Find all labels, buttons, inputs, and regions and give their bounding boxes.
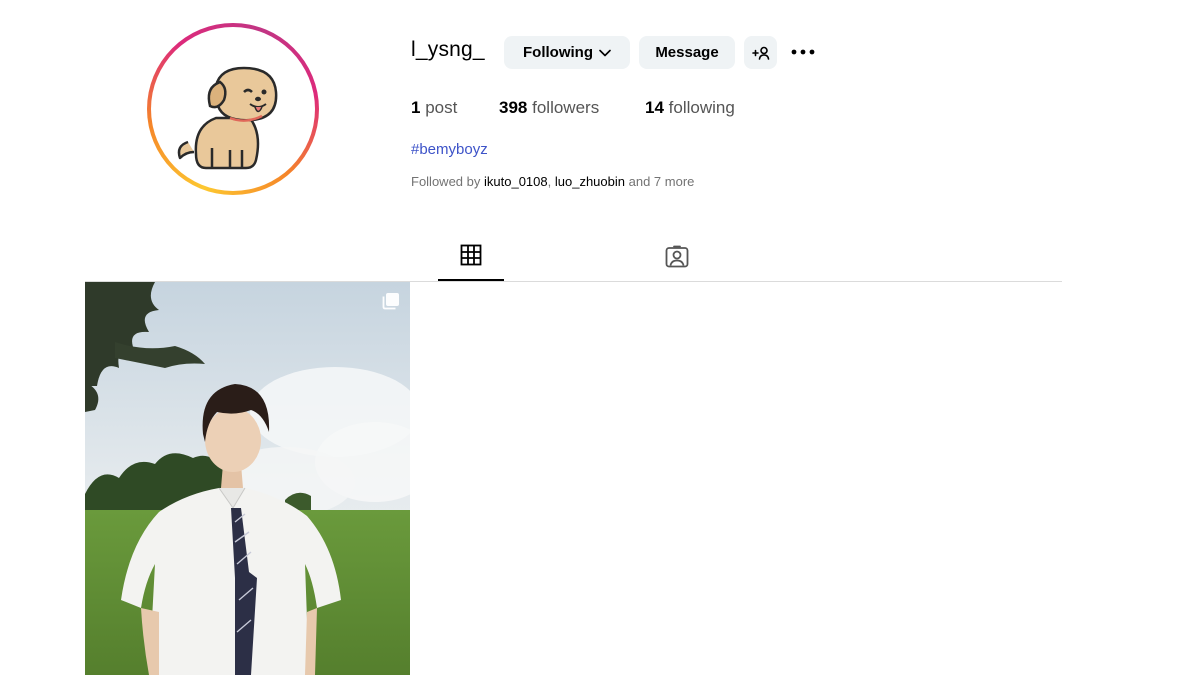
following-count-stat[interactable]: 14 following — [645, 98, 735, 118]
message-button-label: Message — [655, 44, 719, 61]
active-tab-indicator — [438, 279, 504, 281]
profile-avatar-ring[interactable] — [147, 23, 319, 195]
more-horizontal-icon — [791, 49, 815, 55]
bio-hashtag-link[interactable]: #bemyboyz — [411, 141, 488, 158]
tagged-icon — [665, 245, 689, 268]
following-count: 14 — [645, 98, 664, 117]
multiple-photos-icon — [382, 293, 399, 310]
posts-label: post — [425, 98, 458, 117]
posts-count-stat: 1 post — [411, 98, 457, 118]
followed-by-separator: , — [547, 174, 552, 189]
posts-count: 1 — [411, 98, 421, 117]
followed-by-text[interactable]: Followed by ikuto_0108, luo_zhuobin and … — [411, 174, 694, 189]
followers-count: 398 — [499, 98, 528, 117]
post-photo — [85, 282, 410, 675]
puppy-avatar-image — [177, 66, 278, 170]
chevron-down-icon — [599, 49, 611, 56]
following-label: following — [668, 98, 735, 117]
avatar-inner — [151, 27, 315, 191]
following-button-label: Following — [523, 44, 593, 61]
tab-posts[interactable] — [438, 244, 504, 282]
followed-by-account-2[interactable]: luo_zhuobin — [555, 174, 625, 189]
followers-count-stat[interactable]: 398 followers — [499, 98, 599, 118]
followed-by-account-1[interactable]: ikuto_0108 — [484, 174, 548, 189]
tab-tagged[interactable] — [644, 244, 710, 282]
post-thumbnail[interactable] — [85, 282, 410, 675]
more-options-button[interactable] — [789, 42, 817, 62]
grid-icon — [460, 244, 482, 266]
following-button[interactable]: Following — [504, 36, 630, 69]
message-button[interactable]: Message — [639, 36, 735, 69]
avatar — [155, 31, 311, 187]
profile-username: l_ysng_ — [411, 38, 485, 61]
add-user-button[interactable] — [744, 36, 777, 69]
followed-by-prefix: Followed by — [411, 174, 481, 189]
followers-label: followers — [532, 98, 600, 117]
add-user-icon — [751, 46, 769, 60]
followed-by-suffix: and 7 more — [628, 174, 695, 189]
